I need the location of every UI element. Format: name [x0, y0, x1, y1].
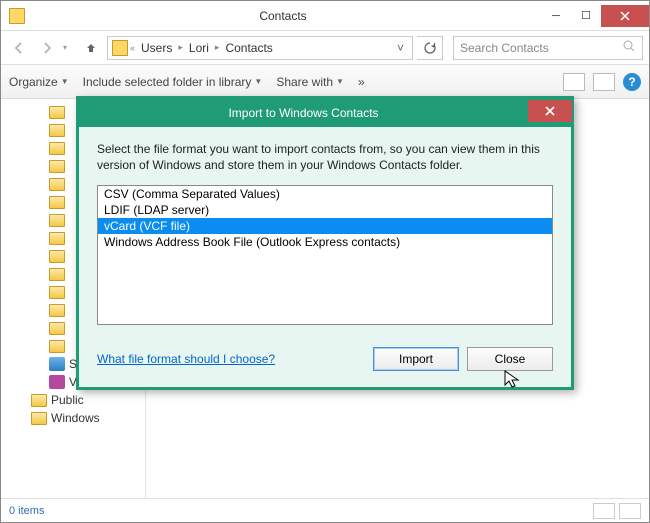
folder-icon — [31, 394, 47, 407]
import-button[interactable]: Import — [373, 347, 459, 371]
forward-button[interactable] — [35, 36, 59, 60]
folder-icon — [49, 286, 65, 299]
folder-icon — [112, 40, 128, 56]
refresh-icon — [424, 42, 436, 54]
dialog-title: Import to Windows Contacts — [79, 106, 528, 120]
navbar: ▾ « Users ▸ Lori ▸ Contacts ˅ Search Con… — [1, 31, 649, 65]
folder-icon — [9, 8, 25, 24]
format-option[interactable]: CSV (Comma Separated Values) — [98, 186, 552, 202]
folder-icon — [49, 304, 65, 317]
icons-view-button[interactable] — [619, 503, 641, 519]
folder-icon — [49, 250, 65, 263]
breadcrumb-item[interactable]: Users — [137, 41, 176, 55]
folder-icon — [49, 340, 65, 353]
tree-item-label: Windows — [51, 411, 100, 425]
close-button[interactable]: Close — [467, 347, 553, 371]
folder-icon — [49, 232, 65, 245]
view-options-button[interactable] — [563, 73, 585, 91]
preview-pane-button[interactable] — [593, 73, 615, 91]
refresh-button[interactable] — [417, 36, 443, 60]
search-placeholder: Search Contacts — [460, 41, 549, 55]
dialog-close-button[interactable] — [528, 100, 572, 122]
folder-icon — [49, 124, 65, 137]
close-button[interactable] — [601, 5, 649, 27]
folder-icon — [49, 142, 65, 155]
search-input[interactable]: Search Contacts — [453, 36, 643, 60]
folder-icon — [49, 322, 65, 335]
tree-item-windows[interactable]: Windows — [1, 409, 145, 427]
up-icon — [84, 41, 98, 55]
format-option[interactable]: LDIF (LDAP server) — [98, 202, 552, 218]
back-button[interactable] — [7, 36, 31, 60]
chevron-right-icon: ▸ — [215, 42, 220, 53]
address-dropdown[interactable]: ˅ — [393, 41, 408, 55]
breadcrumb-item[interactable]: Contacts — [221, 41, 276, 55]
skydrive-icon — [49, 357, 65, 371]
dialog-titlebar: Import to Windows Contacts — [79, 99, 571, 127]
format-option[interactable]: vCard (VCF file) — [98, 218, 552, 234]
tree-item-label: Public — [51, 393, 84, 407]
folder-icon — [49, 196, 65, 209]
minimize-button[interactable]: ─ — [541, 5, 571, 27]
folder-icon — [49, 178, 65, 191]
forward-icon — [39, 40, 55, 56]
close-icon — [545, 106, 555, 116]
folder-icon — [31, 412, 47, 425]
address-bar[interactable]: « Users ▸ Lori ▸ Contacts ˅ — [107, 36, 413, 60]
dialog-description: Select the file format you want to impor… — [97, 141, 553, 173]
breadcrumb-item[interactable]: Lori — [185, 41, 213, 55]
format-option[interactable]: Windows Address Book File (Outlook Expre… — [98, 234, 552, 250]
folder-icon — [49, 160, 65, 173]
videos-icon — [49, 375, 65, 389]
share-menu[interactable]: Share with▼ — [276, 75, 344, 89]
back-icon — [11, 40, 27, 56]
up-button[interactable] — [79, 36, 103, 60]
toolbar: Organize▼ Include selected folder in lib… — [1, 65, 649, 99]
titlebar: Contacts ─ ☐ — [1, 1, 649, 31]
help-link[interactable]: What file format should I choose? — [97, 352, 275, 366]
tree-item-public[interactable]: Public — [1, 391, 145, 409]
chevron-icon: « — [130, 43, 135, 53]
window-title: Contacts — [25, 9, 541, 23]
chevron-right-icon: ▸ — [178, 42, 183, 53]
search-icon — [623, 40, 636, 56]
item-count: 0 items — [9, 505, 44, 517]
close-icon — [620, 11, 630, 21]
statusbar: 0 items — [1, 498, 649, 522]
import-dialog: Import to Windows Contacts Select the fi… — [76, 96, 574, 390]
more-menu[interactable]: » — [358, 75, 365, 89]
folder-icon — [49, 106, 65, 119]
history-dropdown[interactable]: ▾ — [63, 43, 75, 52]
help-button[interactable]: ? — [623, 73, 641, 91]
maximize-button[interactable]: ☐ — [571, 5, 601, 27]
organize-menu[interactable]: Organize▼ — [9, 75, 69, 89]
folder-icon — [49, 268, 65, 281]
include-library-menu[interactable]: Include selected folder in library▼ — [83, 75, 263, 89]
folder-icon — [49, 214, 65, 227]
details-view-button[interactable] — [593, 503, 615, 519]
format-listbox[interactable]: CSV (Comma Separated Values)LDIF (LDAP s… — [97, 185, 553, 325]
